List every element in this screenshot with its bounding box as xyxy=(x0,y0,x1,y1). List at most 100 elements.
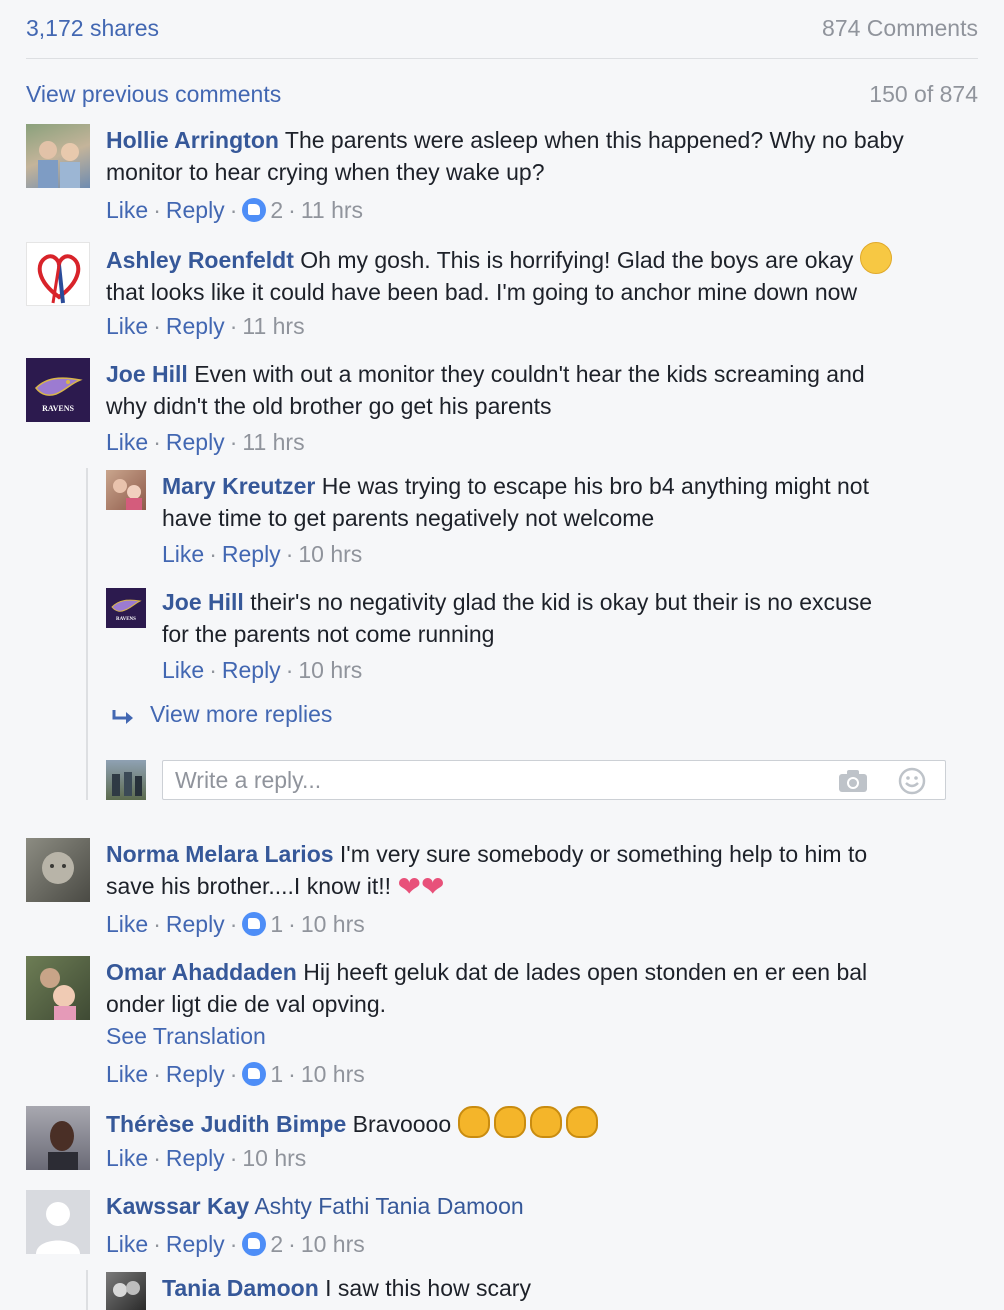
timestamp[interactable]: 10 hrs xyxy=(298,541,362,567)
reply-arrow-icon[interactable] xyxy=(110,702,138,730)
reply-input[interactable] xyxy=(163,761,945,799)
like-button[interactable]: Like xyxy=(106,429,148,455)
reply-actions: Like · Reply · 10 hrs xyxy=(162,541,363,567)
commenter-name[interactable]: Norma Melara Larios xyxy=(106,841,334,867)
reply-text: their's no negativity glad the kid is ok… xyxy=(250,589,873,615)
comments-count[interactable]: 874 Comments xyxy=(822,12,978,44)
comment-actions: Like · Reply · 10 hrs xyxy=(106,1145,307,1171)
reply-thread-line xyxy=(86,468,88,800)
timestamp[interactable]: 10 hrs xyxy=(301,911,365,937)
reply-composer xyxy=(162,760,946,800)
comment-actions: Like · Reply · 2 · 10 hrs xyxy=(106,1231,365,1257)
reply-body: Mary Kreutzer He was trying to escape hi… xyxy=(162,470,982,534)
avatar[interactable] xyxy=(26,838,90,902)
timestamp[interactable]: 11 hrs xyxy=(301,197,363,223)
commenter-name[interactable]: Omar Ahaddaden xyxy=(106,959,297,985)
avatar[interactable] xyxy=(26,1106,90,1170)
avatar[interactable] xyxy=(26,242,90,306)
comment-actions: Like · Reply · 11 hrs xyxy=(106,313,305,339)
comment-text: onder ligt die de val opving. xyxy=(106,991,387,1017)
view-previous-comments-link[interactable]: View previous comments xyxy=(26,78,281,110)
like-button[interactable]: Like xyxy=(106,197,148,223)
reply-button[interactable]: Reply xyxy=(166,197,225,223)
reply-button[interactable]: Reply xyxy=(166,1061,225,1087)
avatar[interactable] xyxy=(26,124,90,188)
thumbs-up-icon[interactable] xyxy=(242,1062,267,1086)
smiley-icon[interactable] xyxy=(897,766,927,796)
sparkling-heart-emoji: ❤ xyxy=(397,871,421,902)
commenter-name[interactable]: Ashley Roenfeldt xyxy=(106,247,294,273)
avatar[interactable] xyxy=(106,470,146,510)
avatar[interactable]: RAVENS xyxy=(26,358,90,422)
clapping-hands-emoji xyxy=(529,1106,562,1138)
comment-text: save his brother....I know it!! xyxy=(106,873,392,899)
thumbs-up-icon[interactable] xyxy=(242,1232,267,1256)
camera-icon[interactable] xyxy=(837,768,869,794)
timestamp[interactable]: 10 hrs xyxy=(301,1061,365,1087)
reply-button[interactable]: Reply xyxy=(166,313,225,339)
reply-body: Tania Damoon I saw this how scary xyxy=(162,1272,982,1304)
see-translation-link[interactable]: See Translation xyxy=(106,1020,986,1052)
comment-body: Joe Hill Even with out a monitor they co… xyxy=(106,358,986,422)
confounded-face-emoji xyxy=(859,242,892,274)
reply-thread-line xyxy=(86,1270,88,1310)
timestamp[interactable]: 11 hrs xyxy=(242,429,304,455)
reply-button[interactable]: Reply xyxy=(166,1231,225,1257)
tagged-users-link[interactable]: Ashty Fathi Tania Damoon xyxy=(254,1193,523,1219)
reply-button[interactable]: Reply xyxy=(166,911,225,937)
timestamp[interactable]: 10 hrs xyxy=(301,1231,365,1257)
like-button[interactable]: Like xyxy=(162,541,204,567)
comment-actions: Like · Reply · 2 · 11 hrs xyxy=(106,197,364,223)
comment-body: Hollie Arrington The parents were asleep… xyxy=(106,124,986,188)
default-user-icon xyxy=(36,1202,80,1254)
comment-text: Even with out a monitor they couldn't he… xyxy=(194,361,865,387)
avatar[interactable] xyxy=(26,956,90,1020)
reply-text: have time to get parents negatively not … xyxy=(162,505,655,531)
reply-text: I saw this how scary xyxy=(325,1275,531,1301)
like-button[interactable]: Like xyxy=(106,911,148,937)
comment-body: Ashley Roenfeldt Oh my gosh. This is hor… xyxy=(106,242,986,308)
commenter-name[interactable]: Joe Hill xyxy=(106,361,188,387)
replier-name[interactable]: Tania Damoon xyxy=(162,1275,319,1301)
like-count[interactable]: 1 xyxy=(270,911,283,937)
comment-text: monitor to hear crying when they wake up… xyxy=(106,159,545,185)
like-button[interactable]: Like xyxy=(106,1231,148,1257)
comment-body: Thérèse Judith Bimpe Bravoooo xyxy=(106,1106,986,1140)
avatar[interactable]: RAVENS xyxy=(106,588,146,628)
shares-count[interactable]: 3,172 shares xyxy=(26,12,159,44)
avatar-photo-icon xyxy=(113,479,142,510)
replier-name[interactable]: Joe Hill xyxy=(162,589,244,615)
comment-text: I'm very sure somebody or something help… xyxy=(339,841,868,867)
timestamp[interactable]: 10 hrs xyxy=(242,1145,306,1171)
avatar-photo-icon xyxy=(38,141,80,188)
avatar[interactable] xyxy=(26,1190,90,1254)
reply-button[interactable]: Reply xyxy=(222,657,281,683)
commenter-name[interactable]: Kawssar Kay xyxy=(106,1193,249,1219)
reply-body: Joe Hill their's no negativity glad the … xyxy=(162,586,982,650)
reply-button[interactable]: Reply xyxy=(166,429,225,455)
like-count[interactable]: 2 xyxy=(270,197,283,223)
like-count[interactable]: 1 xyxy=(270,1061,283,1087)
thumbs-up-icon[interactable] xyxy=(242,912,267,936)
like-button[interactable]: Like xyxy=(162,657,204,683)
heart-ribbon-avatar-icon xyxy=(37,254,81,304)
thumbs-up-icon[interactable] xyxy=(242,198,267,222)
like-button[interactable]: Like xyxy=(106,1145,148,1171)
view-more-replies-link[interactable]: View more replies xyxy=(150,698,332,730)
avatar[interactable] xyxy=(106,1272,146,1310)
like-count[interactable]: 2 xyxy=(270,1231,283,1257)
avatar-photo-icon xyxy=(113,1281,140,1297)
reply-button[interactable]: Reply xyxy=(166,1145,225,1171)
like-button[interactable]: Like xyxy=(106,313,148,339)
timestamp[interactable]: 10 hrs xyxy=(298,657,362,683)
timestamp[interactable]: 11 hrs xyxy=(242,313,304,339)
comments-panel: 3,172 shares 874 Comments View previous … xyxy=(0,0,1004,1310)
sparkling-heart-emoji: ❤ xyxy=(420,871,445,902)
avatar xyxy=(106,760,146,800)
replier-name[interactable]: Mary Kreutzer xyxy=(162,473,315,499)
like-button[interactable]: Like xyxy=(106,1061,148,1087)
reply-button[interactable]: Reply xyxy=(222,541,281,567)
commenter-name[interactable]: Hollie Arrington xyxy=(106,127,279,153)
commenter-name[interactable]: Thérèse Judith Bimpe xyxy=(106,1111,346,1137)
comment-text: The parents were asleep when this happen… xyxy=(284,127,904,153)
